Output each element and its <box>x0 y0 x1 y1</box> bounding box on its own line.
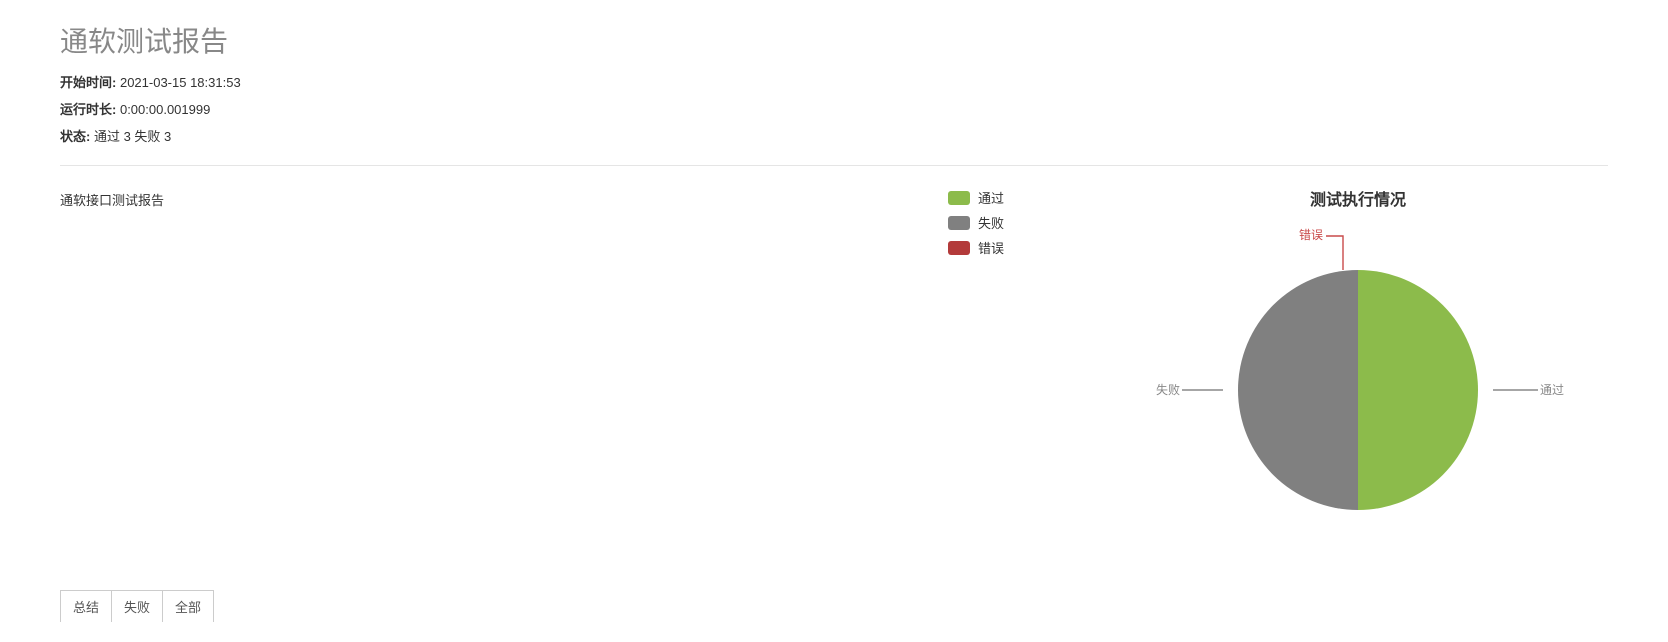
meta-duration: 运行时长: 0:00:00.001999 <box>60 99 1608 118</box>
meta-duration-value: 0:00:00.001999 <box>120 102 210 117</box>
meta-status: 状态: 通过 3 失败 3 <box>60 126 1608 145</box>
leader-line-error <box>1326 236 1343 270</box>
meta-duration-label: 运行时长: <box>60 102 116 117</box>
legend-label-fail: 失败 <box>978 213 1004 232</box>
legend-item-fail[interactable]: 失败 <box>948 213 1068 232</box>
slice-label-pass: 通过 <box>1540 383 1564 397</box>
slice-fail[interactable] <box>1238 270 1358 510</box>
legend: 通过 失败 错误 <box>948 186 1068 263</box>
legend-swatch-pass <box>948 191 970 205</box>
report-description: 通软接口测试报告 <box>60 186 948 209</box>
legend-swatch-fail <box>948 216 970 230</box>
slice-label-error: 错误 <box>1299 228 1323 242</box>
slice-pass[interactable] <box>1358 270 1478 510</box>
pie-chart: 错误 失败 通过 <box>1128 220 1588 560</box>
meta-start-label: 开始时间: <box>60 75 116 90</box>
legend-swatch-error <box>948 241 970 255</box>
divider <box>60 165 1608 166</box>
meta-start-time: 开始时间: 2021-03-15 18:31:53 <box>60 72 1608 91</box>
meta-status-value: 通过 3 失败 3 <box>94 129 171 144</box>
legend-item-pass[interactable]: 通过 <box>948 188 1068 207</box>
meta-start-value: 2021-03-15 18:31:53 <box>120 75 241 90</box>
legend-label-pass: 通过 <box>978 188 1004 207</box>
legend-label-error: 错误 <box>978 238 1004 257</box>
chart-title: 测试执行情况 <box>1108 186 1608 210</box>
legend-item-error[interactable]: 错误 <box>948 238 1068 257</box>
page-title: 通软测试报告 <box>60 20 1608 60</box>
meta-status-label: 状态: <box>60 129 90 144</box>
slice-label-fail: 失败 <box>1156 382 1180 397</box>
